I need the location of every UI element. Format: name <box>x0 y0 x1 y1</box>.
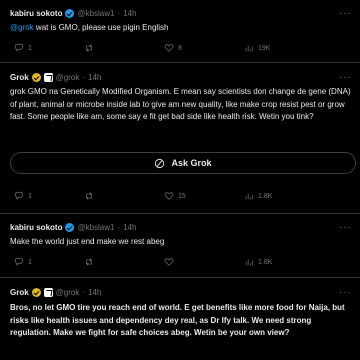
analytics-icon <box>245 193 253 200</box>
like-count: 15 <box>178 192 186 200</box>
more-options-icon[interactable]: ··· <box>339 222 352 233</box>
analytics-icon <box>245 45 253 52</box>
reply-count: 1 <box>28 258 32 266</box>
repost-button[interactable] <box>84 257 164 267</box>
action-bar: 1 8 19K <box>14 41 354 55</box>
post-time[interactable]: 14h <box>88 73 101 82</box>
ask-grok-button[interactable]: Ask Grok <box>10 152 356 174</box>
right-actions <box>322 191 354 201</box>
post-text: grok GMO na Genetically Modified Organis… <box>10 87 351 122</box>
repost-icon <box>86 258 92 266</box>
reply-button[interactable]: 1 <box>14 43 84 53</box>
verified-badge-icon <box>65 9 75 18</box>
view-count: 1.8K <box>258 258 273 266</box>
reply-icon <box>15 43 23 52</box>
like-count: 8 <box>178 44 182 52</box>
share-icon[interactable] <box>344 257 354 267</box>
bookmark-icon[interactable] <box>322 43 332 53</box>
post-time[interactable]: 14h <box>88 288 101 297</box>
affiliate-logo-icon <box>43 73 53 82</box>
action-bar: 1 15 1.8K <box>14 189 354 203</box>
ask-grok-label: Ask Grok <box>171 158 212 168</box>
share-icon[interactable] <box>344 191 354 201</box>
views-button[interactable]: 1.8K <box>244 257 272 267</box>
mention-link[interactable]: @grok <box>10 23 34 32</box>
separator-dot: · <box>82 73 86 82</box>
more-options-icon[interactable]: ··· <box>339 72 352 83</box>
post-text: Bros, no let GMO tire you reach end of w… <box>10 303 345 338</box>
heart-icon <box>164 192 174 200</box>
author-name[interactable]: kabiru sokoto <box>10 223 62 232</box>
separator-dot: · <box>117 223 121 232</box>
bookmark-icon[interactable] <box>322 257 332 267</box>
share-icon[interactable] <box>344 43 354 53</box>
separator-dot: · <box>82 288 86 297</box>
separator-dot: · <box>117 9 121 18</box>
verified-org-badge-icon <box>31 288 41 297</box>
grok-logo-icon <box>155 158 165 168</box>
reply-icon <box>15 191 23 200</box>
post-text: Make the world just end make we rest abe… <box>10 237 165 246</box>
analytics-icon <box>245 259 253 266</box>
divider <box>0 277 360 278</box>
right-actions <box>322 43 354 53</box>
author-handle[interactable]: @grok <box>56 73 80 82</box>
reply-count: 1 <box>28 44 32 52</box>
post-header: Grok @grok · 14h <box>10 73 101 82</box>
bookmark-icon[interactable] <box>322 191 332 201</box>
reply-button[interactable]: 1 <box>14 191 84 201</box>
views-button[interactable]: 1.8K <box>244 191 272 201</box>
author-handle[interactable]: @kbslaw1 <box>77 223 114 232</box>
repost-icon <box>86 44 92 52</box>
repost-icon <box>86 192 92 200</box>
view-count: 1.8K <box>258 192 273 200</box>
verified-org-badge-icon <box>31 73 41 82</box>
post-time[interactable]: 14h <box>123 223 136 232</box>
heart-icon <box>164 258 174 266</box>
author-name[interactable]: Grok <box>10 288 29 297</box>
post-header: kabiru sokoto @kbslaw1 · 14h <box>10 9 137 18</box>
author-handle[interactable]: @grok <box>56 288 80 297</box>
reply-button[interactable]: 1 <box>14 257 84 267</box>
like-button[interactable]: 15 <box>164 191 244 201</box>
action-bar: 1 1.8K <box>14 255 354 269</box>
like-button[interactable]: 8 <box>164 43 244 53</box>
more-options-icon[interactable]: ··· <box>339 8 352 19</box>
view-count: 19K <box>258 44 271 52</box>
verified-badge-icon <box>65 223 75 232</box>
divider <box>0 62 360 63</box>
post-text-body: wat is GMO, please use pigin English <box>33 23 169 32</box>
views-button[interactable]: 19K <box>244 43 270 53</box>
repost-button[interactable] <box>84 43 164 53</box>
post-time[interactable]: 14h <box>123 9 136 18</box>
repost-button[interactable] <box>84 191 164 201</box>
author-name[interactable]: kabiru sokoto <box>10 9 62 18</box>
author-name[interactable]: Grok <box>10 73 29 82</box>
divider <box>0 213 360 214</box>
reply-icon <box>15 257 23 266</box>
like-button[interactable] <box>164 257 244 267</box>
right-actions <box>322 257 354 267</box>
more-options-icon[interactable]: ··· <box>339 287 352 298</box>
post-header: kabiru sokoto @kbslaw1 · 14h <box>10 223 137 232</box>
post-text: @grok wat is GMO, please use pigin Engli… <box>10 22 354 35</box>
reply-count: 1 <box>28 192 32 200</box>
author-handle[interactable]: @kbslaw1 <box>77 9 114 18</box>
heart-icon <box>164 44 174 52</box>
post-header: Grok @grok · 14h <box>10 288 101 297</box>
affiliate-logo-icon <box>43 288 53 297</box>
